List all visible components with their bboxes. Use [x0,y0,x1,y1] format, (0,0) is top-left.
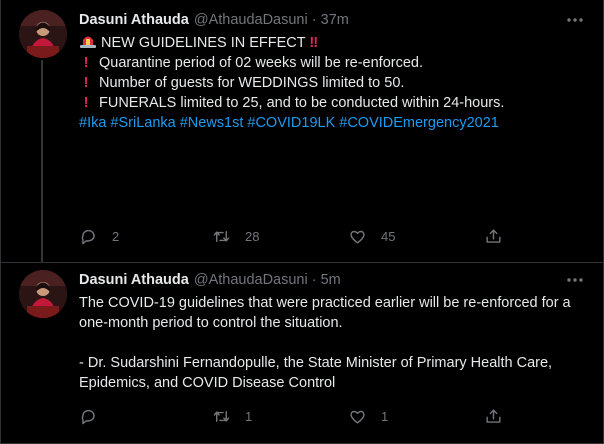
heart-icon [350,230,365,244]
separator: · [311,12,317,28]
bullet-line: ! Quarantine period of 02 weeks will be r… [79,53,587,73]
paragraph: - Dr. Sudarshini Fernandopulle, the Stat… [79,355,553,391]
hashtag-link[interactable]: #SriLanka [110,115,175,131]
tweet-header: Dasuni Athauda @AthaudaDasuni · 5m [79,270,341,290]
author-name[interactable]: Dasuni Athauda [79,12,189,28]
bullet-line: ! FUNERALS limited to 25, and to be condu… [79,93,587,113]
timeline: Dasuni Athauda @AthaudaDasuni · 37m NEW … [0,0,604,444]
author-name[interactable]: Dasuni Athauda [79,272,189,288]
like-button[interactable]: 45 [348,226,395,246]
bullet-line: ! Number of guests for WEDDINGS limited t… [79,73,587,93]
share-icon [486,408,501,423]
tweet-actions: 1 1 [79,406,509,426]
share-icon [486,228,501,243]
reply-icon [81,409,95,424]
timestamp[interactable]: 37m [321,12,349,28]
share-button[interactable] [484,406,503,426]
tweet-actions: 2 28 45 [79,226,509,246]
exclamation-icon: ! [83,75,89,91]
hashtag-link[interactable]: #COVIDEmergency2021 [339,115,499,131]
retweet-button[interactable]: 28 [212,226,259,246]
thread-connector [41,60,43,262]
more-options-button[interactable] [565,270,585,290]
hashtag-link[interactable]: #COVID19LK [247,115,335,131]
headline-line: NEW GUIDELINES IN EFFECT ‼ [79,33,587,53]
hashtag-link[interactable]: #Ika [79,115,106,131]
bullet-text: FUNERALS limited to 25, and to be conduc… [99,95,505,111]
exclamation-icon: ! [83,55,89,71]
like-button[interactable]: 1 [348,406,388,426]
reply-count: 2 [112,228,120,244]
author-handle[interactable]: @AthaudaDasuni [194,12,308,28]
tweet[interactable]: Dasuni Athauda @AthaudaDasuni · 5m The C… [1,262,603,444]
hashtag-list: #Ika #SriLanka #News1st #COVID19LK #COVIDEme… [79,113,587,133]
avatar[interactable] [19,10,67,58]
reply-button[interactable] [79,406,112,426]
double-exclamation-icon: ‼ [309,35,319,51]
headline-text: NEW GUIDELINES IN EFFECT [101,35,306,51]
retweet-button[interactable]: 1 [212,406,252,426]
retweet-icon [213,230,230,242]
bullet-text: Quarantine period of 02 weeks will be re… [99,55,424,71]
separator: · [311,272,317,288]
tweet-text: NEW GUIDELINES IN EFFECT ‼ ! Quarantine p… [79,33,587,133]
tweet-text: The COVID-19 guidelines that were practi… [79,293,587,393]
retweet-icon [213,410,230,422]
author-handle[interactable]: @AthaudaDasuni [194,272,308,288]
avatar[interactable] [19,270,67,318]
like-count: 45 [381,228,396,244]
exclamation-icon: ! [83,95,89,111]
bullet-text: Number of guests for WEDDINGS limited to… [99,75,405,91]
more-icon [567,278,583,282]
like-count: 1 [381,408,389,424]
more-icon [567,18,583,22]
more-options-button[interactable] [565,10,585,30]
retweet-count: 28 [245,228,260,244]
reply-button[interactable]: 2 [79,226,119,246]
paragraph: The COVID-19 guidelines that were practi… [79,295,571,331]
timestamp[interactable]: 5m [321,272,341,288]
tweet-header: Dasuni Athauda @AthaudaDasuni · 37m [79,10,349,30]
tweet[interactable]: Dasuni Athauda @AthaudaDasuni · 37m NEW … [1,0,603,262]
reply-icon [81,229,95,244]
siren-icon [79,33,97,53]
hashtag-link[interactable]: #News1st [180,115,244,131]
retweet-count: 1 [245,408,253,424]
heart-icon [350,410,365,424]
share-button[interactable] [484,226,503,246]
